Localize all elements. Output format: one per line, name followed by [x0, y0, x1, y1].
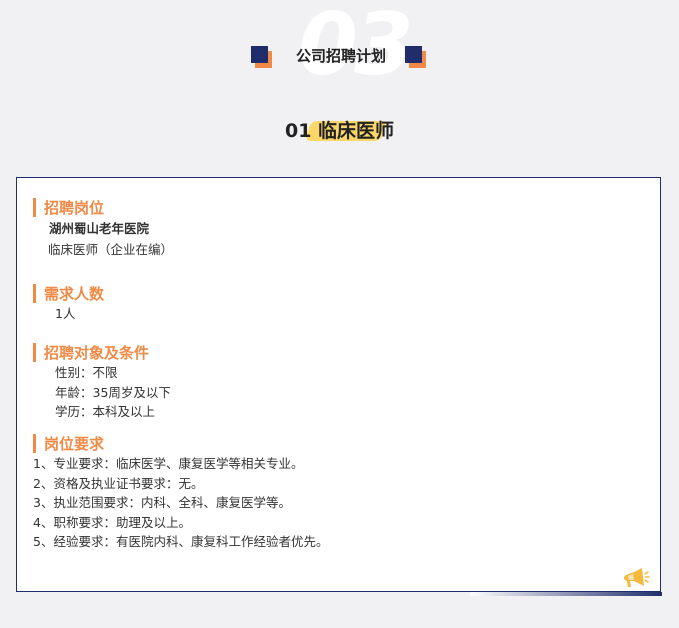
position-label: 招聘岗位 — [44, 198, 105, 217]
requirement-line: 3、执业范围要求：内科、全科、康复医学等。 — [33, 495, 291, 510]
section-bar — [33, 197, 36, 217]
requirements-block: 岗位要求 1、专业要求：临床医学、康复医学等相关专业。 2、资格及执业证书要求：… — [33, 432, 328, 552]
conditions-label: 招聘对象及条件 — [44, 343, 150, 362]
decor-square-left — [251, 46, 273, 68]
position-block: 招聘岗位 湖州蜀山老年医院 临床医师（企业在编） — [33, 196, 173, 259]
section-number-watermark: 03 — [298, 0, 414, 95]
requirement-line: 2、资格及执业证书要求：无。 — [33, 475, 204, 491]
conditions-block: 招聘对象及条件 性别：不限 年龄：35周岁及以下 学历：本科及以上 — [33, 341, 171, 422]
section-bar — [33, 283, 36, 303]
headcount-label: 需求人数 — [44, 284, 105, 303]
card-corner-accent — [470, 592, 662, 596]
condition-line: 性别：不限 — [55, 365, 118, 380]
section-header: 03 公司招聘计划 — [0, 0, 679, 100]
headcount-block: 需求人数 1人 — [33, 282, 104, 324]
job-card: 招聘岗位 湖州蜀山老年医院 临床医师（企业在编） 需求人数 1人 招聘对象及条件… — [16, 177, 661, 592]
requirement-line: 1、专业要求：临床医学、康复医学等相关专业。 — [33, 456, 304, 471]
job-title: 01 临床医师 — [284, 120, 395, 142]
requirements-label: 岗位要求 — [44, 434, 105, 453]
section-bar — [33, 433, 36, 453]
section-title: 公司招聘计划 — [295, 47, 386, 65]
condition-line: 年龄：35周岁及以下 — [55, 384, 171, 400]
decor-square-right — [405, 46, 427, 68]
requirement-line: 4、职称要求：助理及以上。 — [33, 514, 191, 530]
requirement-line: 5、经验要求：有医院内科、康复科工作经验者优先。 — [33, 534, 329, 549]
condition-line: 学历：本科及以上 — [55, 404, 156, 419]
headcount-value: 1人 — [55, 306, 76, 321]
role-name: 临床医师（企业在编） — [48, 241, 174, 257]
megaphone-icon — [622, 566, 650, 590]
hospital-name: 湖州蜀山老年医院 — [49, 221, 150, 236]
section-bar — [33, 342, 36, 362]
